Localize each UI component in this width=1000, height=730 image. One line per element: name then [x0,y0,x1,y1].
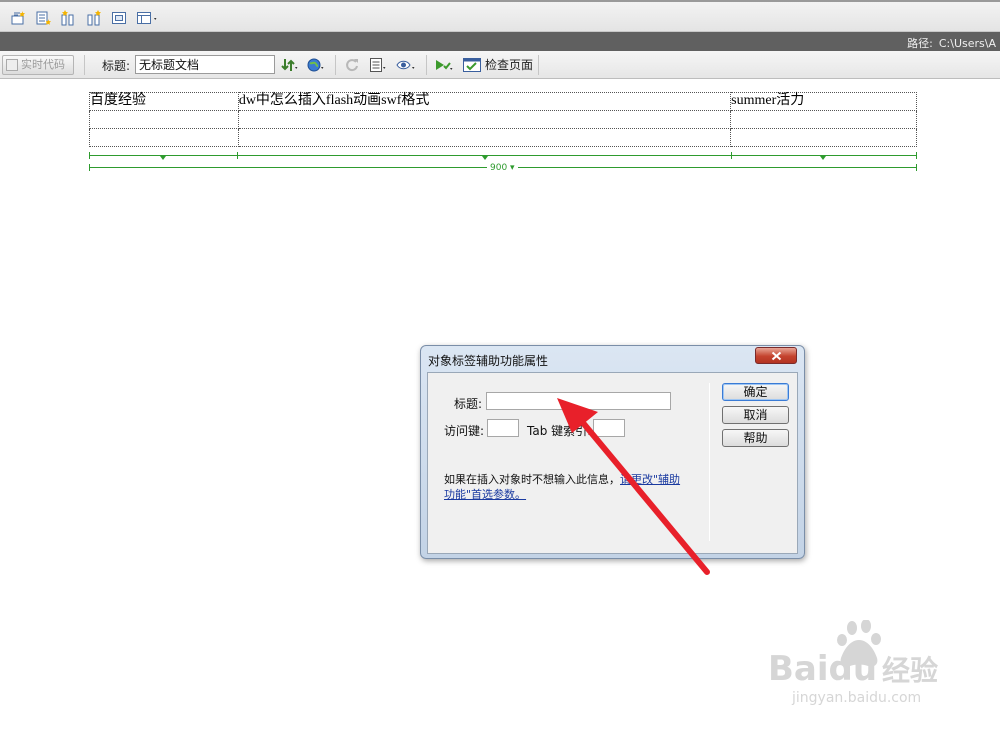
document-title-input[interactable] [135,55,275,74]
insert-div-icon[interactable] [10,10,26,26]
access-key-input[interactable] [487,419,519,437]
insert-layout-icon[interactable] [36,10,52,26]
dreamweaver-window: 路径: C:\Users\A 实时代码 标题: 无标题文档 检查页面 百度经验 … [0,0,1000,730]
view-options-icon[interactable] [369,57,387,73]
path-value: C:\Users\A [938,37,996,50]
check-page-label: 检查页面 [485,58,534,72]
table-cell[interactable]: dw中怎么插入flash动画swf格式 [237,92,732,111]
ok-button[interactable]: 确定 [722,383,789,401]
live-code-icon [6,59,18,71]
path-label: 路径: [907,37,933,50]
watermark-url: jingyan.baidu.com [791,690,921,706]
tab-index-label: Tab 键索引: [527,424,592,438]
guide-tick [237,152,238,159]
tab-index-input[interactable] [593,419,625,437]
live-code-label: 实时代码 [21,58,65,71]
table-cell[interactable] [730,128,917,147]
watermark-brand: Baidu [768,649,877,689]
title-field-input[interactable] [486,392,671,410]
insert-frame-icon[interactable] [111,10,127,26]
guide-tick [89,152,90,159]
table-cell[interactable] [237,110,732,129]
live-code-button[interactable]: 实时代码 [2,55,74,75]
table-cell[interactable] [237,128,732,147]
document-toolbar: 实时代码 标题: 检查页面 [0,51,1000,79]
table-width-value: 900 [490,163,508,173]
toolbar-separator [426,55,427,75]
file-transfer-icon[interactable] [281,57,299,73]
validate-markup-icon[interactable] [434,57,456,73]
dialog-body: 标题: 访问键: Tab 键索引: 如果在插入对象时不想输入此信息，请更改"辅助… [427,372,798,554]
check-page-icon [463,58,481,72]
path-bar: 路径: C:\Users\A [0,32,1000,51]
toolbar-separator [538,55,539,75]
toolbar-separator [335,55,336,75]
column-menu-icon[interactable] [160,156,166,160]
dialog-title: 对象标签辅助功能属性 [428,354,549,368]
insert-toolbar [0,0,1000,32]
table-width-label[interactable]: 900 ▾ [487,163,518,173]
table-cell[interactable]: summer活力 [730,92,917,111]
table-cell[interactable] [730,110,917,129]
accessibility-note: 如果在插入对象时不想输入此信息，请更改"辅助功能"首选参数。 [444,472,684,502]
layout-table[interactable]: 百度经验 dw中怎么插入flash动画swf格式 summer活力 [89,92,917,147]
table-cell[interactable]: 百度经验 [89,92,239,111]
help-button[interactable]: 帮助 [722,429,789,447]
design-view: 百度经验 dw中怎么插入flash动画swf格式 summer活力 900 ▾ [89,92,917,173]
table-cell[interactable] [89,110,239,129]
close-icon [771,351,782,361]
watermark-cn: 经验 [882,654,938,687]
preview-browser-icon[interactable] [307,57,325,73]
dialog-close-button[interactable] [755,347,797,364]
table-row: 百度经验 dw中怎么插入flash动画swf格式 summer活力 [89,92,917,111]
dialog-divider [709,383,710,541]
title-field-label: 标题: [454,397,483,411]
file-path: 路径: C:\Users\A [907,35,996,51]
access-key-label: 访问键: [444,424,485,438]
table-width-guide: 900 ▾ [89,149,917,173]
guide-tick [731,152,732,159]
baidu-jingyan-watermark: Baidu 经验 jingyan.baidu.com [768,620,938,706]
guide-tick [89,164,90,171]
check-page-button[interactable]: 检查页面 [461,55,539,75]
visual-aids-icon[interactable] [396,57,418,73]
column-width-line [89,155,917,156]
table-cell[interactable] [89,128,239,147]
note-text: 如果在插入对象时不想输入此信息， [444,473,620,486]
cancel-button[interactable]: 取消 [722,406,789,424]
guide-tick [916,164,917,171]
refresh-icon[interactable] [344,57,362,73]
insert-fluid-icon[interactable] [86,10,102,26]
column-menu-icon[interactable] [482,156,488,160]
table-row [89,110,917,129]
toolbar-separator [84,55,85,75]
table-row [89,128,917,147]
title-label: 标题: [102,59,131,73]
guide-tick [916,152,917,159]
layout-menu-icon[interactable] [136,10,160,26]
column-menu-icon[interactable] [820,156,826,160]
insert-column-icon[interactable] [60,10,76,26]
object-accessibility-dialog: 对象标签辅助功能属性 标题: 访问键: Tab 键索引: 如果在插入对象时不想输… [420,345,805,559]
